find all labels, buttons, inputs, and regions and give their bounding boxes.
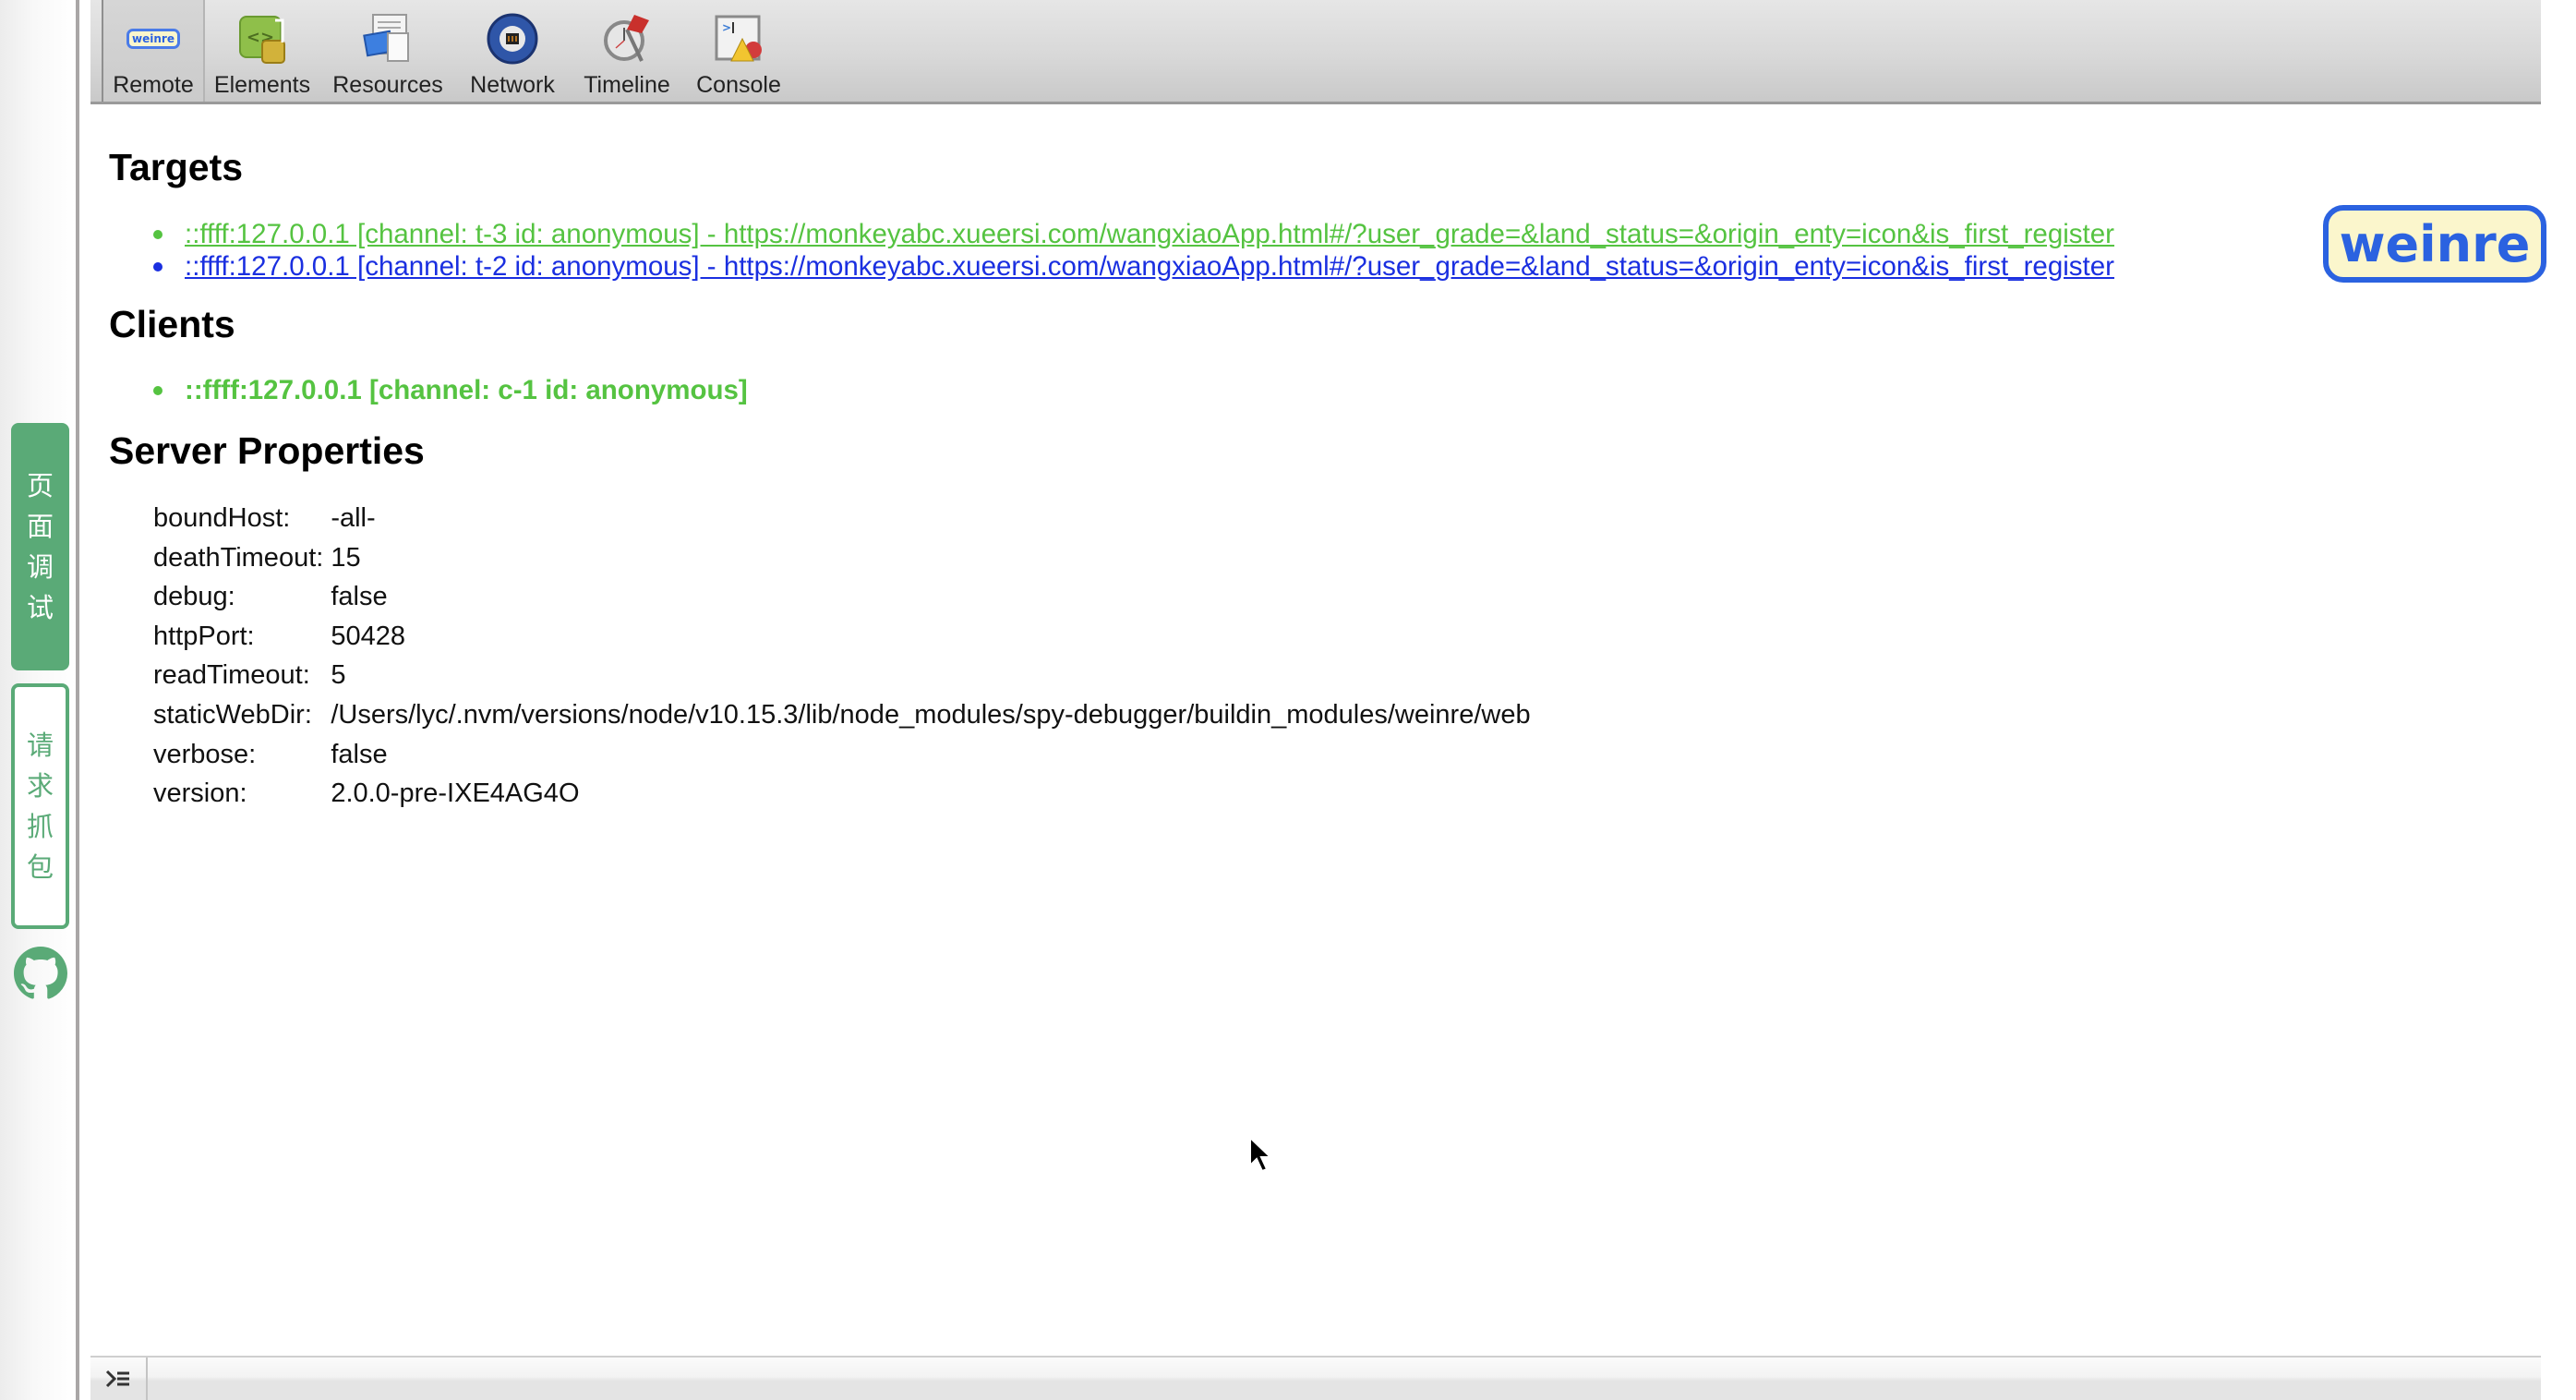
- tab-console[interactable]: > Console: [687, 0, 790, 102]
- server-properties-heading: Server Properties: [109, 429, 425, 472]
- toolbar: weinre Remote <> Elements Resources Netw…: [90, 0, 2541, 104]
- property-key: deathTimeout:: [153, 542, 324, 573]
- property-row: debug: false: [148, 577, 1531, 617]
- tab-resources[interactable]: Resources: [329, 0, 447, 102]
- property-row: readTimeout: 5: [148, 656, 1531, 695]
- weinre-icon: weinre: [124, 9, 183, 68]
- tab-timeline[interactable]: Timeline: [572, 0, 681, 102]
- property-key: httpPort:: [153, 621, 255, 651]
- property-value: 15: [331, 542, 361, 573]
- tab-label: Network: [470, 72, 555, 98]
- property-key: version:: [153, 778, 247, 809]
- tab-label: Resources: [332, 72, 443, 98]
- property-row: verbose: false: [148, 735, 1531, 775]
- property-key: verbose:: [153, 739, 257, 769]
- elements-icon: <>: [233, 9, 292, 68]
- request-capture-label-char: 包: [26, 851, 54, 883]
- timeline-icon: [597, 9, 656, 68]
- request-capture-label-char: 请: [26, 730, 54, 761]
- property-value: 50428: [331, 621, 405, 651]
- server-properties-table: boundHost: -all- deathTimeout: 15 debug: fa…: [148, 499, 1531, 814]
- weinre-logo: weinre: [2323, 205, 2546, 283]
- request-capture-label-char: 抓: [26, 811, 54, 842]
- clients-list: ::ffff:127.0.0.1 [channel: c-1 id: anony…: [148, 374, 748, 406]
- bullet-icon: [153, 386, 163, 395]
- property-value: false: [331, 582, 388, 612]
- console-icon: >: [709, 9, 768, 68]
- tab-label: Timeline: [584, 72, 670, 98]
- property-row: version: 2.0.0-pre-IXE4AG4O: [148, 774, 1531, 814]
- property-key: debug:: [153, 582, 235, 612]
- console-drawer-button[interactable]: [90, 1358, 148, 1400]
- tab-label: Console: [696, 72, 781, 98]
- property-row: staticWebDir: /Users/lyc/.nvm/versions/no…: [148, 695, 1531, 735]
- property-value: /Users/lyc/.nvm/versions/node/v10.15.3/l…: [331, 699, 1531, 730]
- property-row: deathTimeout: 15: [148, 538, 1531, 578]
- request-capture-button[interactable]: 请 求 抓 包: [11, 683, 69, 929]
- tab-label: Remote: [113, 72, 194, 98]
- property-value: false: [331, 739, 388, 769]
- target-item: ::ffff:127.0.0.1 [channel: t-2 id: anony…: [148, 250, 2114, 283]
- target-link[interactable]: ::ffff:127.0.0.1 [channel: t-2 id: anony…: [185, 251, 2114, 282]
- client-item: ::ffff:127.0.0.1 [channel: c-1 id: anony…: [148, 374, 748, 406]
- clients-heading: Clients: [109, 303, 235, 345]
- property-key: boundHost:: [153, 503, 291, 533]
- property-key: readTimeout:: [153, 660, 310, 691]
- page-debug-label-char: 页: [26, 470, 54, 501]
- tab-network[interactable]: Network: [460, 0, 565, 102]
- property-key: staticWebDir:: [153, 699, 312, 730]
- bullet-icon: [153, 262, 163, 272]
- page-debug-label-char: 试: [26, 592, 54, 623]
- property-value: 2.0.0-pre-IXE4AG4O: [331, 778, 580, 809]
- tab-label: Elements: [213, 72, 311, 98]
- network-icon: [483, 9, 542, 68]
- weinre-icon-text: weinre: [126, 29, 180, 49]
- page-debug-label-char: 调: [26, 551, 54, 583]
- sidebar-divider: [76, 0, 79, 1400]
- page-debug-label-char: 面: [26, 511, 54, 542]
- targets-list: ::ffff:127.0.0.1 [channel: t-3 id: anony…: [148, 218, 2114, 283]
- console-drawer-icon: [105, 1370, 129, 1388]
- page-debug-button[interactable]: 页 面 调 试: [11, 423, 69, 670]
- property-value: -all-: [331, 503, 376, 533]
- target-link-connected[interactable]: ::ffff:127.0.0.1 [channel: t-3 id: anony…: [185, 219, 2114, 249]
- property-row: boundHost: -all-: [148, 499, 1531, 538]
- resources-icon: [358, 9, 417, 68]
- tab-remote[interactable]: weinre Remote: [102, 0, 205, 102]
- bullet-icon: [153, 230, 163, 239]
- property-row: httpPort: 50428: [148, 617, 1531, 657]
- tab-elements[interactable]: <> Elements: [211, 0, 314, 102]
- property-value: 5: [331, 660, 346, 691]
- mouse-cursor-icon: [1248, 1135, 1276, 1175]
- targets-heading: Targets: [109, 146, 244, 188]
- side-panel: 页 面 调 试 请 求 抓 包: [0, 0, 76, 1400]
- request-capture-label-char: 求: [26, 770, 54, 802]
- github-icon[interactable]: [14, 947, 67, 1000]
- status-bar: [90, 1356, 2541, 1400]
- client-text: ::ffff:127.0.0.1 [channel: c-1 id: anony…: [185, 375, 748, 405]
- svg-text:>: >: [722, 21, 731, 34]
- target-item: ::ffff:127.0.0.1 [channel: t-3 id: anony…: [148, 218, 2114, 250]
